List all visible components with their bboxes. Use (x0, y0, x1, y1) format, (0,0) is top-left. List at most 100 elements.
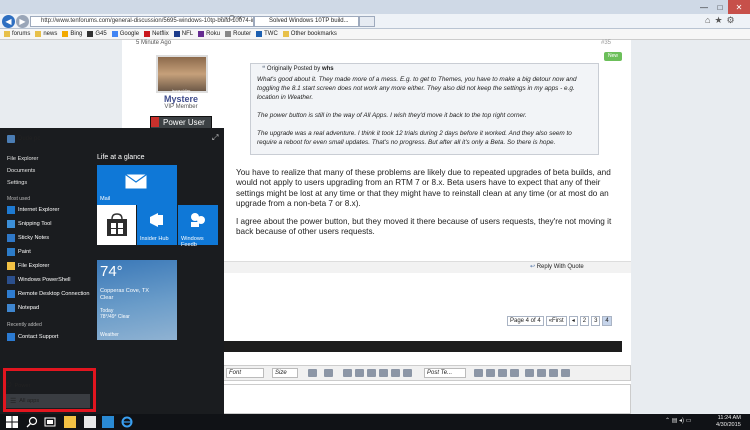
minimize-button[interactable]: — (696, 0, 712, 14)
forward-button[interactable]: ▶ (16, 15, 29, 28)
app-contact-support[interactable]: Contact Support (7, 333, 58, 341)
video-icon[interactable] (391, 369, 400, 377)
system-tray[interactable]: ⌃ ▤ ◂) ▭ (665, 417, 691, 424)
username[interactable]: Mystere (136, 94, 226, 104)
new-tab-button[interactable] (359, 16, 375, 27)
page-label[interactable]: Page 4 of 4 (507, 316, 544, 326)
favorites-icon[interactable]: ★ (714, 15, 722, 26)
post-time: 5 Minute Ago (136, 40, 172, 46)
post-body: You have to realize that many of these p… (236, 168, 624, 244)
app-notepad[interactable]: Notepad (7, 304, 39, 312)
store-bag-icon (107, 213, 127, 236)
contact-support-icon (7, 333, 15, 341)
php-icon[interactable] (561, 369, 570, 377)
emoji-icon[interactable] (343, 369, 352, 377)
internet-explorer-taskbar-icon[interactable] (121, 416, 133, 428)
windows-start-icon[interactable] (6, 416, 18, 428)
start-link-file-explorer[interactable]: File Explorer (7, 156, 38, 162)
prev-page-link[interactable]: ◂ (568, 316, 578, 326)
email-icon[interactable] (367, 369, 376, 377)
tile-weather[interactable]: 74° Copperas Cove, TX Clear Today 78°/49… (97, 260, 177, 340)
image-icon[interactable] (379, 369, 388, 377)
tile-windows-feedback[interactable]: Windows Feedb (178, 205, 218, 248)
volume-icon[interactable]: ◂) (679, 418, 684, 424)
internet-explorer-icon (7, 206, 15, 214)
file-explorer-taskbar-icon[interactable] (64, 416, 76, 428)
page-link[interactable]: 2 (579, 316, 590, 326)
indent-icon[interactable] (510, 369, 519, 377)
start-menu-user[interactable]: Dude pc (7, 135, 40, 143)
folder-icon (4, 31, 10, 37)
app-paint[interactable]: Paint (7, 248, 31, 256)
quote-paragraph: The power button is still in the way of … (257, 112, 527, 119)
most-used-heading: Most used (7, 196, 31, 202)
reply-icon: ↩ (530, 264, 537, 270)
notifications-icon[interactable]: ▭ (686, 418, 692, 424)
app-remote-desktop[interactable]: Remote Desktop Connection (7, 290, 90, 298)
expand-icon[interactable]: ⤢ (212, 133, 218, 143)
quote-icon[interactable] (525, 369, 534, 377)
post-paragraph: You have to realize that many of these p… (236, 168, 611, 209)
bookmark-other[interactable]: Other bookmarks (282, 31, 337, 37)
pagination: Page 4 of 4 «First ◂ 2 3 4 (507, 316, 612, 326)
attachment-icon[interactable] (403, 369, 412, 377)
link-icon[interactable] (355, 369, 364, 377)
reply-with-quote-button[interactable]: ↩ Reply With Quote (530, 263, 584, 270)
close-button[interactable]: ✕ (728, 0, 750, 14)
start-link-documents[interactable]: Documents (7, 168, 35, 174)
text-color-icon[interactable] (308, 369, 317, 377)
ordered-list-icon[interactable] (474, 369, 483, 377)
bookmark-forums[interactable]: forums (4, 31, 30, 37)
tab-active[interactable]: Solved Windows 10TP build... (254, 16, 359, 27)
code-icon[interactable] (549, 369, 558, 377)
hash-icon[interactable] (537, 369, 546, 377)
app-internet-explorer[interactable]: Internet Explorer (7, 206, 59, 214)
app-powershell[interactable]: Windows PowerShell (7, 276, 71, 284)
app-file-explorer[interactable]: File Explorer (7, 262, 49, 270)
browser-title-bar (0, 0, 750, 14)
home-icon[interactable]: ⌂ (705, 15, 710, 26)
task-view-icon[interactable] (44, 416, 56, 428)
post-text-select[interactable]: Post Te... (424, 368, 466, 378)
search-icon[interactable] (26, 416, 38, 428)
page-link[interactable]: 3 (591, 316, 601, 326)
bookmark-news[interactable]: news (35, 31, 57, 37)
bookmark-twc[interactable]: TWC (256, 31, 278, 37)
outlook-taskbar-icon[interactable] (102, 416, 114, 428)
window-controls: — □ ✕ (696, 0, 750, 14)
maximize-button[interactable]: □ (712, 0, 728, 14)
tile-insider-hub[interactable]: Insider Hub (137, 205, 177, 245)
chevron-up-icon[interactable]: ⌃ (665, 418, 670, 424)
bookmark-roku[interactable]: Roku (198, 31, 220, 37)
tile-store[interactable] (97, 205, 136, 245)
font-select[interactable]: Font (226, 368, 264, 378)
first-page-link[interactable]: «First (545, 316, 567, 326)
tile-mail[interactable]: Mail (97, 165, 177, 205)
start-link-settings[interactable]: Settings (7, 180, 27, 186)
outdent-icon[interactable] (498, 369, 507, 377)
address-bar-icons[interactable]: ⌕ ▾ ⟳ ✕ (220, 16, 242, 23)
tiles-header: Life at a glance (97, 154, 145, 161)
bookmark-nfl[interactable]: NFL (173, 31, 193, 37)
quote-paragraph: What's good about it. They made more of … (257, 76, 577, 101)
bookmark-netflix[interactable]: Netflix (144, 31, 169, 37)
gear-icon[interactable]: ⚙ (727, 15, 735, 26)
network-icon[interactable]: ▤ (672, 418, 678, 424)
quote-header: ❝ Originally Posted by whs (262, 65, 334, 72)
quote-author[interactable]: whs (322, 66, 334, 72)
bookmark-google[interactable]: Google (111, 31, 139, 37)
clock-date: 4/30/2015 (716, 421, 741, 428)
smiley-icon[interactable] (324, 369, 333, 377)
bookmark-g45[interactable]: G45 (87, 31, 107, 37)
back-button[interactable]: ◀ (2, 15, 15, 28)
bookmark-router[interactable]: Router (225, 31, 251, 37)
unordered-list-icon[interactable] (486, 369, 495, 377)
bookmark-bing[interactable]: Bing (62, 31, 82, 37)
taskbar-clock[interactable]: 11:24 AM 4/30/2015 (716, 415, 741, 428)
app-sticky-notes[interactable]: Sticky Notes (7, 234, 49, 242)
store-taskbar-icon[interactable] (84, 416, 96, 428)
page-link-current[interactable]: 4 (602, 316, 612, 326)
post-number[interactable]: #35 (601, 40, 611, 46)
size-select[interactable]: Size (272, 368, 298, 378)
app-snipping-tool[interactable]: Snipping Tool (7, 220, 52, 228)
